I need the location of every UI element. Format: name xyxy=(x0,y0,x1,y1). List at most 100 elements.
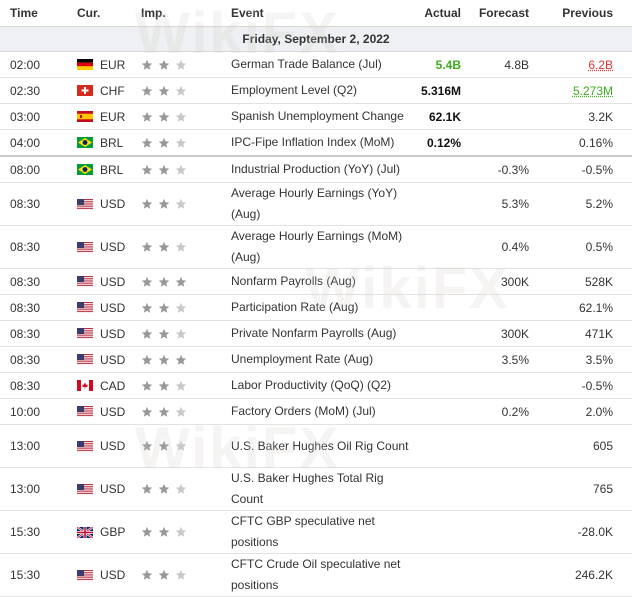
flag-us-icon xyxy=(77,183,93,225)
event-time: 08:30 xyxy=(10,269,65,294)
table-row[interactable]: 15:30 GBP CFTC GBP speculative net positio… xyxy=(0,511,632,554)
table-row[interactable]: 08:30 USD Participation Rate (Aug) 62.1% xyxy=(0,295,632,321)
table-row[interactable]: 08:30 USD Private Nonfarm Payrolls (Aug) 30… xyxy=(0,321,632,347)
actual-value xyxy=(381,226,461,268)
forecast-value: -0.3% xyxy=(459,157,529,182)
forecast-value xyxy=(459,425,529,467)
previous-value: 471K xyxy=(533,321,613,346)
previous-value-text: -28.0K xyxy=(577,525,613,539)
event-name-text: German Trade Balance (Jul) xyxy=(231,57,382,71)
forecast-value xyxy=(459,104,529,129)
previous-value: -0.5% xyxy=(533,157,613,182)
star-icon xyxy=(141,406,153,418)
event-time-text: 15:30 xyxy=(10,568,41,582)
importance-stars xyxy=(141,347,201,372)
star-icon xyxy=(158,440,170,452)
star-icon xyxy=(175,111,187,123)
table-row[interactable]: 08:30 USD Unemployment Rate (Aug) 3.5% 3.5% xyxy=(0,347,632,373)
currency-code: BRL xyxy=(100,130,140,155)
importance-stars xyxy=(141,425,201,467)
currency-code: CAD xyxy=(100,373,140,398)
forecast-value xyxy=(459,468,529,510)
flag-br-icon xyxy=(77,130,93,155)
event-time-text: 08:30 xyxy=(10,240,41,254)
table-row[interactable]: 02:00 EUR German Trade Balance (Jul) 5.4B 4.… xyxy=(0,52,632,78)
event-time: 03:00 xyxy=(10,104,65,129)
event-time: 02:00 xyxy=(10,52,65,77)
event-time: 10:00 xyxy=(10,399,65,424)
star-icon xyxy=(158,354,170,366)
table-row[interactable]: 02:30 CHF Employment Level (Q2) 5.316M 5.273… xyxy=(0,78,632,104)
table-row[interactable]: 08:00 BRL Industrial Production (YoY) (Jul… xyxy=(0,157,632,183)
table-row[interactable]: 08:30 CAD Labor Productivity (QoQ) (Q2) -0.… xyxy=(0,373,632,399)
forecast-value: 0.2% xyxy=(459,399,529,424)
flag-us-icon xyxy=(77,468,93,510)
header-currency[interactable]: Cur. xyxy=(77,6,100,20)
importance-stars xyxy=(141,183,201,225)
header-previous[interactable]: Previous xyxy=(562,6,613,20)
currency-code-text: USD xyxy=(100,439,126,453)
table-row[interactable]: 08:30 USD Average Hourly Earnings (MoM) (A… xyxy=(0,226,632,269)
currency-code-text: USD xyxy=(100,404,126,419)
header-actual[interactable]: Actual xyxy=(424,6,461,20)
table-row[interactable]: 15:30 USD CFTC Crude Oil speculative net p… xyxy=(0,554,632,597)
event-time: 13:00 xyxy=(10,468,65,510)
event-rows: 02:00 EUR German Trade Balance (Jul) 5.4B 4.… xyxy=(0,52,632,597)
actual-value: 5.4B xyxy=(381,52,461,77)
forecast-value: 3.5% xyxy=(459,347,529,372)
table-row[interactable]: 08:30 USD Average Hourly Earnings (YoY) (A… xyxy=(0,183,632,226)
forecast-value xyxy=(459,511,529,553)
star-icon xyxy=(175,137,187,149)
forecast-value xyxy=(459,373,529,398)
event-time: 08:30 xyxy=(10,295,65,320)
currency-code: USD xyxy=(100,425,140,467)
table-row[interactable]: 03:00 EUR Spanish Unemployment Change 62.1K… xyxy=(0,104,632,130)
star-icon xyxy=(175,241,187,253)
currency-code-text: USD xyxy=(100,197,126,211)
forecast-value-text: 0.4% xyxy=(501,240,529,254)
importance-stars xyxy=(141,269,201,294)
actual-value xyxy=(381,468,461,510)
event-name-text: IPC-Fipe Inflation Index (MoM) xyxy=(231,135,395,149)
currency-code-text: USD xyxy=(100,326,126,341)
star-icon xyxy=(158,59,170,71)
previous-value-text: 2.0% xyxy=(585,404,613,419)
currency-code-text: EUR xyxy=(100,57,126,72)
star-icon xyxy=(141,302,153,314)
importance-stars xyxy=(141,104,201,129)
previous-value-text: 0.5% xyxy=(585,240,613,254)
header-time[interactable]: Time xyxy=(10,6,38,20)
event-time-text: 10:00 xyxy=(10,404,41,419)
currency-code: USD xyxy=(100,347,140,372)
event-time-text: 04:00 xyxy=(10,135,41,150)
forecast-value-text: 300K xyxy=(500,326,529,341)
table-row[interactable]: 04:00 BRL IPC-Fipe Inflation Index (MoM) 0.… xyxy=(0,130,632,157)
actual-value xyxy=(381,183,461,225)
header-event[interactable]: Event xyxy=(231,6,264,20)
event-time-text: 13:00 xyxy=(10,482,41,496)
currency-code-text: BRL xyxy=(100,162,124,177)
flag-us-icon xyxy=(77,321,93,346)
previous-value: 2.0% xyxy=(533,399,613,424)
event-time: 02:30 xyxy=(10,78,65,103)
event-time-text: 02:30 xyxy=(10,83,41,98)
table-row[interactable]: 13:00 USD U.S. Baker Hughes Total Rig Coun… xyxy=(0,468,632,511)
previous-value-text: -0.5% xyxy=(581,378,613,393)
table-row[interactable]: 10:00 USD Factory Orders (MoM) (Jul) 0.2% 2.… xyxy=(0,399,632,425)
star-icon xyxy=(175,354,187,366)
event-name-text: Employment Level (Q2) xyxy=(231,83,358,97)
header-importance[interactable]: Imp. xyxy=(141,6,166,20)
star-icon xyxy=(158,111,170,123)
event-time-text: 02:00 xyxy=(10,57,41,72)
currency-code: EUR xyxy=(100,52,140,77)
star-icon xyxy=(175,406,187,418)
star-icon xyxy=(141,380,153,392)
star-icon xyxy=(175,483,187,495)
table-row[interactable]: 08:30 USD Nonfarm Payrolls (Aug) 300K 528K xyxy=(0,269,632,295)
table-row[interactable]: 13:00 USD U.S. Baker Hughes Oil Rig Count 6… xyxy=(0,425,632,468)
currency-code-text: USD xyxy=(100,300,126,315)
header-forecast[interactable]: Forecast xyxy=(479,6,529,20)
star-icon xyxy=(175,198,187,210)
star-icon xyxy=(141,198,153,210)
flag-us-icon xyxy=(77,269,93,294)
